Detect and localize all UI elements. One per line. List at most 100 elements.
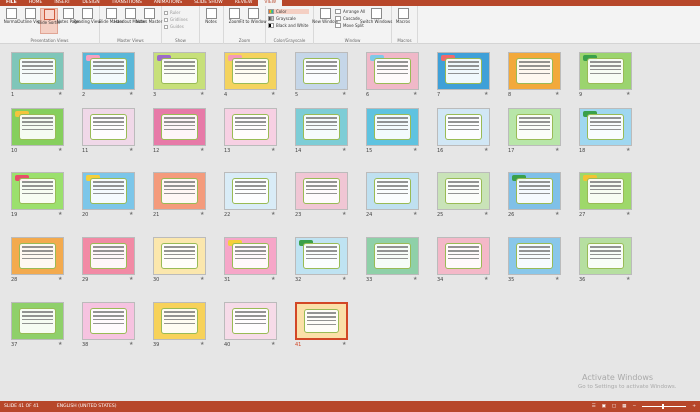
fit-to-window-button[interactable]: Fit to Window	[239, 8, 267, 34]
slide-text-line	[235, 250, 266, 252]
group-presentation-views: Normal Outline View Slide Sorter Notes P…	[0, 6, 101, 44]
language-indicator[interactable]: ENGLISH (UNITED STATES)	[57, 404, 117, 409]
guides-checkbox[interactable]: Guides	[164, 24, 188, 29]
slide-thumbnail[interactable]	[224, 237, 277, 275]
arrange-all-label: Arrange All	[343, 9, 366, 14]
slide-thumbnail[interactable]	[366, 52, 419, 90]
slide-thumbnail[interactable]	[508, 237, 561, 275]
slide-thumbnail[interactable]	[508, 172, 561, 210]
animation-star-icon: ★	[484, 147, 489, 153]
ruler-checkbox[interactable]: Ruler	[164, 10, 188, 15]
slide-text-line	[93, 311, 124, 313]
gridlines-checkbox[interactable]: Gridlines	[164, 17, 188, 22]
slide-thumbnail[interactable]	[508, 108, 561, 146]
slide-text-box	[516, 178, 553, 204]
slide-thumbnail[interactable]	[82, 108, 135, 146]
slide-thumbnail[interactable]	[437, 237, 490, 275]
outline-view-button[interactable]: Outline View	[17, 8, 43, 34]
slide-text-line	[377, 192, 408, 195]
new-window-button[interactable]: New Window	[312, 8, 338, 34]
grayscale-option[interactable]: Grayscale	[268, 16, 309, 21]
normal-view-status-icon[interactable]: □	[612, 404, 616, 409]
color-option[interactable]: Color	[268, 9, 309, 14]
slide-thumbnail[interactable]	[82, 52, 135, 90]
slide-thumbnail[interactable]	[82, 237, 135, 275]
slide-thumbnail[interactable]	[295, 237, 348, 275]
notes-button[interactable]: Notes	[202, 8, 220, 34]
slide-text-line	[448, 188, 479, 191]
slide-thumbnail[interactable]	[366, 108, 419, 146]
slide-thumbnail[interactable]	[153, 172, 206, 210]
slide-number: 19	[11, 212, 18, 218]
slide-thumbnail[interactable]	[153, 108, 206, 146]
slide-thumbnail[interactable]	[224, 52, 277, 90]
slide-sorter-button[interactable]: Slide Sorter	[37, 8, 61, 34]
slide-number: 18	[579, 148, 586, 154]
slide-thumbnail[interactable]	[153, 52, 206, 90]
slide-text-line	[519, 124, 550, 127]
slide-thumbnail[interactable]	[508, 52, 561, 90]
slide-thumbnail[interactable]	[153, 237, 206, 275]
slide-thumbnail[interactable]	[437, 172, 490, 210]
slide-text-line	[448, 246, 479, 248]
slide-thumbnail[interactable]	[11, 302, 64, 340]
slide-thumbnail[interactable]	[153, 302, 206, 340]
slide-text-line	[235, 315, 266, 317]
macros-button[interactable]: Macros	[394, 8, 412, 34]
slide-thumbnail[interactable]	[11, 172, 64, 210]
reading-view-button[interactable]: Reading View	[74, 8, 101, 34]
slide-thumbnail[interactable]	[11, 108, 64, 146]
slide-thumbnail[interactable]	[437, 108, 490, 146]
slide-thumbnail[interactable]	[579, 108, 632, 146]
animation-star-icon: ★	[271, 341, 276, 347]
slide-text-line	[164, 124, 195, 127]
zoom-in-icon[interactable]: +	[692, 404, 696, 409]
slide-text-line	[448, 72, 479, 75]
slide-thumbnail[interactable]	[11, 52, 64, 90]
slide-text-box	[90, 114, 127, 140]
zoom-slider[interactable]	[642, 404, 687, 409]
slide-number: 32	[295, 277, 302, 283]
zoom-slider-thumb[interactable]	[662, 404, 665, 409]
animation-star-icon: ★	[626, 276, 631, 282]
slide-thumbnail[interactable]	[579, 172, 632, 210]
slide-thumbnail[interactable]	[366, 172, 419, 210]
slide-thumbnail[interactable]	[366, 237, 419, 275]
slide-master-icon	[105, 8, 117, 19]
slide-thumbnail[interactable]	[579, 52, 632, 90]
switch-windows-button[interactable]: Switch Windows	[360, 8, 392, 34]
move-split-icon	[335, 23, 341, 28]
slide-text-box	[516, 58, 553, 84]
arrange-all-button[interactable]: Arrange All	[335, 9, 365, 14]
slide-text-line	[306, 192, 337, 195]
slide-thumbnail[interactable]	[295, 172, 348, 210]
switch-windows-icon	[370, 8, 382, 19]
black-and-white-option[interactable]: Black and White	[268, 23, 309, 28]
slide-text-line	[448, 192, 479, 195]
notes-page-icon	[62, 8, 74, 19]
slide-text-line	[306, 121, 337, 123]
slide-thumbnail[interactable]	[224, 302, 277, 340]
slide-thumbnail[interactable]	[82, 302, 135, 340]
slide-thumbnail[interactable]	[11, 237, 64, 275]
slide-text-line	[590, 250, 621, 252]
animation-star-icon: ★	[129, 276, 134, 282]
slide-thumbnail[interactable]	[295, 302, 348, 340]
slide-thumbnail[interactable]	[579, 237, 632, 275]
zoom-out-icon[interactable]: −	[632, 404, 636, 409]
slide-thumbnail[interactable]	[224, 108, 277, 146]
slide-sorter-pane[interactable]: 1 ★ 2 ★ 3 ★ 4 ★ 5 ★ 6 ★ 7 ★ 8 ★ 9 ★ 10 ★ 11 ★ 12 ★ 13 ★ 14 ★ 15 ★ 16 ★ 1…	[0, 45, 700, 401]
slide-thumbnail[interactable]	[295, 52, 348, 90]
notes-master-button[interactable]: Notes Master	[136, 8, 162, 34]
activate-windows-subtitle: Go to Settings to activate Windows.	[578, 384, 677, 390]
slide-text-line	[22, 65, 53, 67]
slide-number: 15	[366, 148, 373, 154]
slide-thumbnail[interactable]	[437, 52, 490, 90]
grayscale-label: Grayscale	[276, 16, 296, 21]
notes-toggle-icon[interactable]: ☰	[592, 404, 596, 409]
slide-thumbnail[interactable]	[224, 172, 277, 210]
slide-thumbnail[interactable]	[82, 172, 135, 210]
slide-sorter-status-icon[interactable]: ▦	[622, 404, 626, 409]
slide-thumbnail[interactable]	[295, 108, 348, 146]
comments-icon[interactable]: ▣	[602, 404, 606, 409]
